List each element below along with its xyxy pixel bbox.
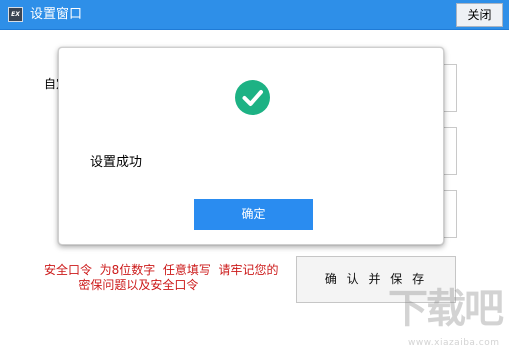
ok-button[interactable]: 确定 bbox=[194, 199, 313, 230]
watermark: 下载吧 www.xiazaiba.com bbox=[372, 285, 509, 351]
success-dialog: 设置成功 确定 bbox=[58, 47, 444, 245]
window-title: 设置窗口 bbox=[30, 7, 83, 22]
check-circle-icon bbox=[235, 80, 270, 115]
app-logo-icon: EX bbox=[8, 7, 23, 22]
watermark-logo-text: 下载吧 bbox=[388, 285, 504, 332]
security-notice-text: 安全口令 为8位数字 任意填写 请牢记您的 密保问题以及安全口令 bbox=[44, 263, 279, 292]
watermark-url: www.xiazaiba.com bbox=[408, 338, 500, 348]
success-message: 设置成功 bbox=[90, 155, 143, 170]
title-bar[interactable]: EX 设置窗口 关闭 bbox=[0, 0, 509, 30]
close-button[interactable]: 关闭 bbox=[456, 3, 503, 27]
